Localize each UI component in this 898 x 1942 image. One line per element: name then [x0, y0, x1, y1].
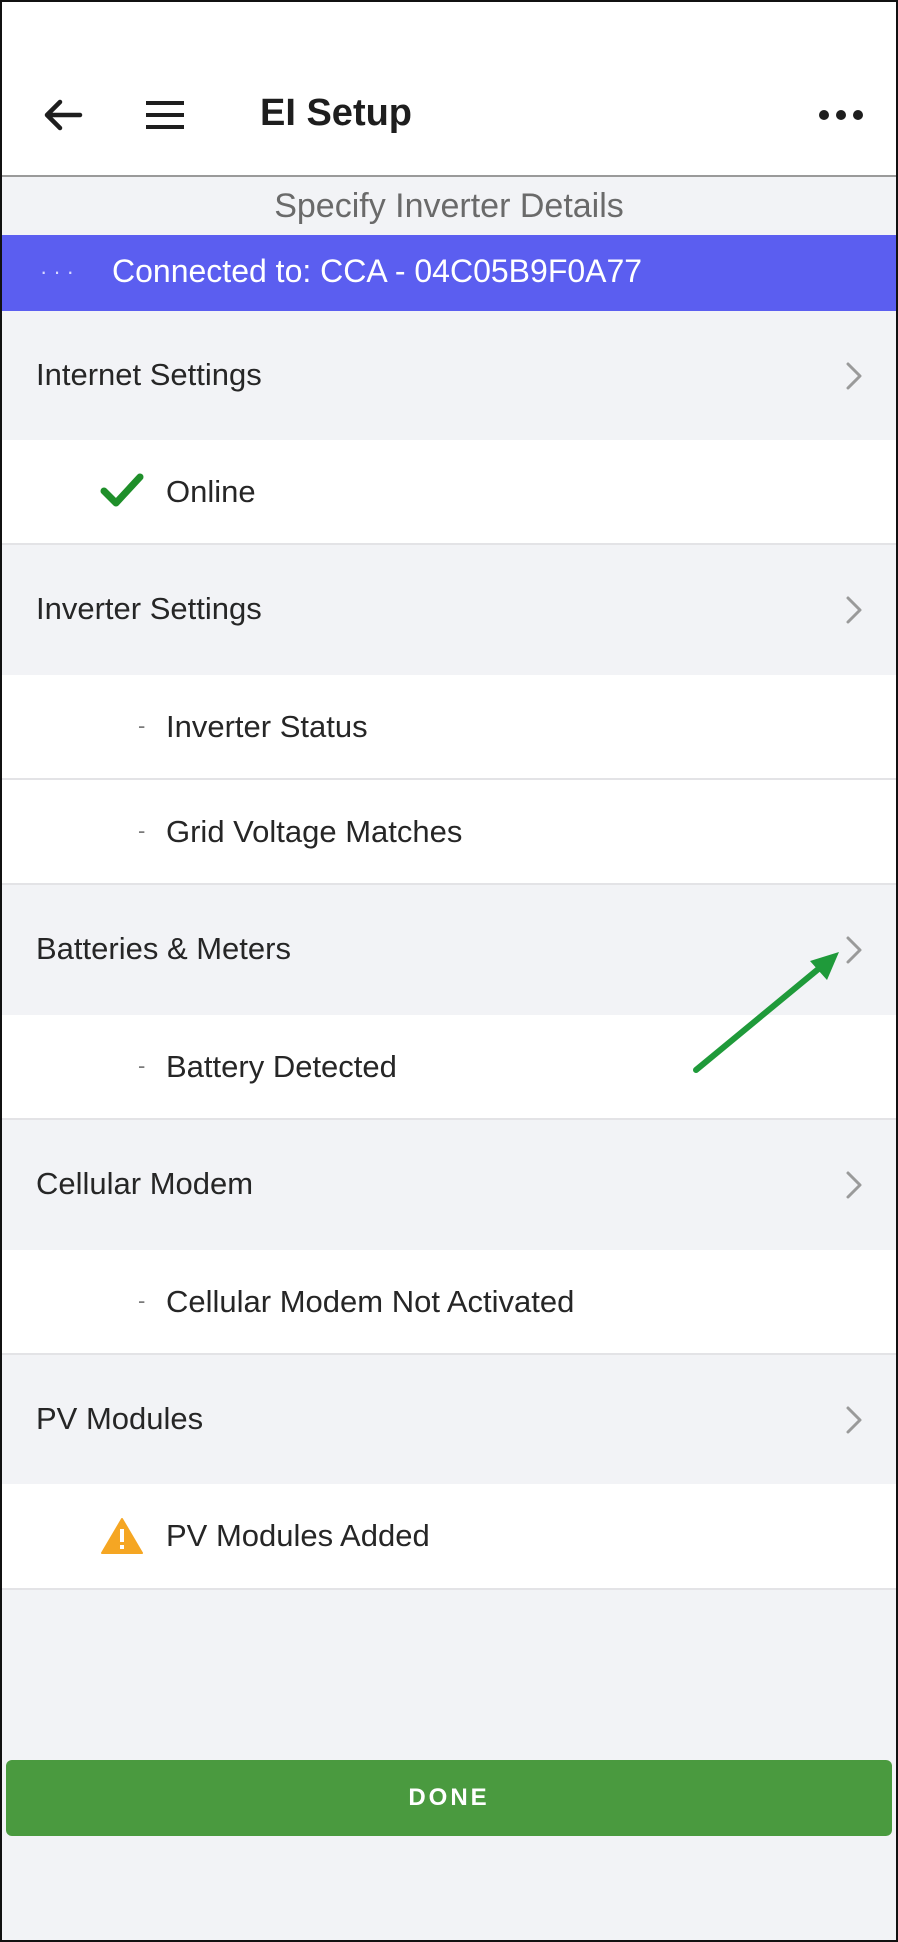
item-label: PV Modules Added	[166, 1518, 430, 1553]
page-title: EI Setup	[260, 92, 413, 134]
annotation-arrow-icon	[693, 952, 839, 1073]
bullet-icon: -	[138, 1053, 146, 1078]
chevron-right-icon	[846, 596, 862, 624]
screen-subtitle: Specify Inverter Details	[2, 177, 896, 235]
bullet-icon: -	[138, 1288, 146, 1313]
section-inverter-settings[interactable]: Inverter Settings	[2, 545, 896, 675]
check-icon	[100, 473, 144, 507]
list-item-cellular-modem-status: - Cellular Modem Not Activated	[2, 1250, 896, 1355]
list-item-pv-modules-added: PV Modules Added	[2, 1484, 896, 1590]
section-pv-modules[interactable]: PV Modules	[2, 1355, 896, 1484]
connection-status-text: Connected to: CCA - 04C05B9F0A77	[112, 253, 643, 289]
connection-banner: ··· Connected to: CCA - 04C05B9F0A77	[2, 235, 896, 311]
warning-icon	[101, 1518, 143, 1554]
item-label: Online	[166, 474, 256, 509]
item-label: Cellular Modem Not Activated	[166, 1284, 575, 1319]
list-item-grid-voltage: - Grid Voltage Matches	[2, 780, 896, 885]
section-title: Inverter Settings	[36, 591, 262, 626]
section-title: Internet Settings	[36, 357, 262, 392]
list-item-online: Online	[2, 440, 896, 545]
bullet-icon: -	[138, 713, 146, 738]
bullet-icon: -	[138, 818, 146, 843]
section-title: Cellular Modem	[36, 1166, 254, 1201]
item-label: Inverter Status	[166, 709, 368, 744]
chevron-right-icon	[846, 362, 862, 390]
back-button[interactable]	[40, 92, 86, 138]
chevron-right-icon	[846, 1406, 862, 1434]
section-title: PV Modules	[36, 1401, 204, 1436]
more-options-button[interactable]	[816, 102, 866, 128]
section-internet-settings[interactable]: Internet Settings	[2, 311, 896, 440]
item-label: Battery Detected	[166, 1049, 397, 1084]
hamburger-icon	[146, 101, 184, 129]
app-bar: EI Setup	[2, 2, 896, 177]
list-item-inverter-status: - Inverter Status	[2, 675, 896, 780]
arrow-left-icon	[44, 99, 83, 131]
more-horizontal-icon	[819, 110, 863, 120]
app-frame: EI Setup Specify Inverter Details ··· Co…	[0, 0, 898, 1942]
connection-dots-icon: ···	[40, 259, 80, 284]
section-cellular-modem[interactable]: Cellular Modem	[2, 1120, 896, 1250]
chevron-right-icon	[846, 1171, 862, 1199]
done-button[interactable]: DONE	[6, 1760, 892, 1836]
menu-button[interactable]	[144, 98, 186, 132]
section-title: Batteries & Meters	[36, 931, 291, 966]
item-label: Grid Voltage Matches	[166, 814, 463, 849]
